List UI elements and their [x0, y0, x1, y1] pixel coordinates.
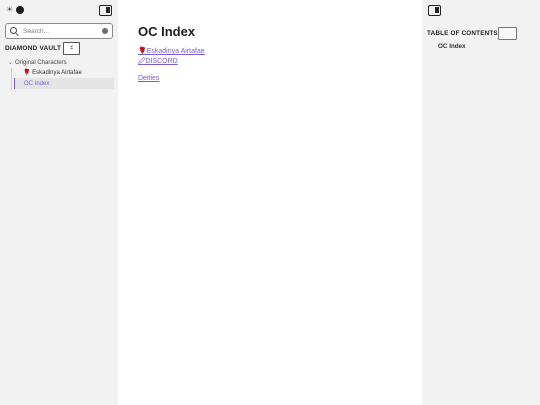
link-eskadinya[interactable]: 🌹Eskadinya Airtafae [138, 47, 205, 57]
toc-title: TABLE OF CONTENTS [427, 30, 498, 37]
clear-search-icon[interactable] [102, 28, 108, 34]
toc-header: TABLE OF CONTENTS [427, 27, 517, 40]
chevron-down-icon: ⌄ [8, 60, 14, 66]
toc-toggle-button[interactable] [497, 27, 517, 40]
tree-item-label: OC Index [24, 80, 50, 87]
main-content: OC Index 🌹Eskadinya Airtafae 🖉DISCORD De… [118, 0, 422, 405]
collapse-all-button[interactable]: ⌄ ⌃ [63, 42, 81, 55]
search-icon [10, 26, 19, 36]
vault-header: DIAMOND VAULT ⌄ ⌃ [5, 42, 81, 55]
moon-icon[interactable] [16, 6, 24, 14]
search-placeholder: Search... [23, 27, 50, 35]
chevron-up-icon: ⌃ [69, 47, 75, 54]
tree-folder[interactable]: ⌄ Original Characters [8, 58, 114, 67]
theme-toggle[interactable]: ☀ [6, 6, 24, 14]
search-input[interactable]: Search... [5, 23, 113, 39]
page-title: OC Index [138, 24, 196, 39]
sidebar-toggle-icon[interactable] [428, 5, 441, 16]
link-list: 🌹Eskadinya Airtafae 🖉DISCORD Deities [138, 47, 205, 84]
vault-title[interactable]: DIAMOND VAULT [5, 45, 61, 52]
tree-guide-line [11, 68, 12, 90]
left-sidebar: ☀ Search... DIAMOND VAULT ⌄ ⌃ ⌄ Original… [0, 0, 118, 405]
right-sidebar: TABLE OF CONTENTS OC Index [422, 0, 540, 405]
sun-icon[interactable]: ☀ [6, 6, 14, 14]
toc-item[interactable]: OC Index [438, 43, 466, 50]
file-tree: ⌄ Original Characters 🌹 Eskadinya Airtaf… [8, 58, 114, 90]
link-discord[interactable]: 🖉DISCORD [138, 57, 205, 67]
folder-label: Original Characters [15, 59, 67, 66]
tree-item-eskadinya[interactable]: 🌹 Eskadinya Airtafae [8, 67, 114, 78]
sidebar-toggle-icon[interactable] [99, 5, 112, 16]
tree-item-label: 🌹 Eskadinya Airtafae [23, 70, 82, 76]
link-deities[interactable]: Deities [138, 74, 205, 84]
tree-item-oc-index[interactable]: OC Index [14, 78, 114, 89]
